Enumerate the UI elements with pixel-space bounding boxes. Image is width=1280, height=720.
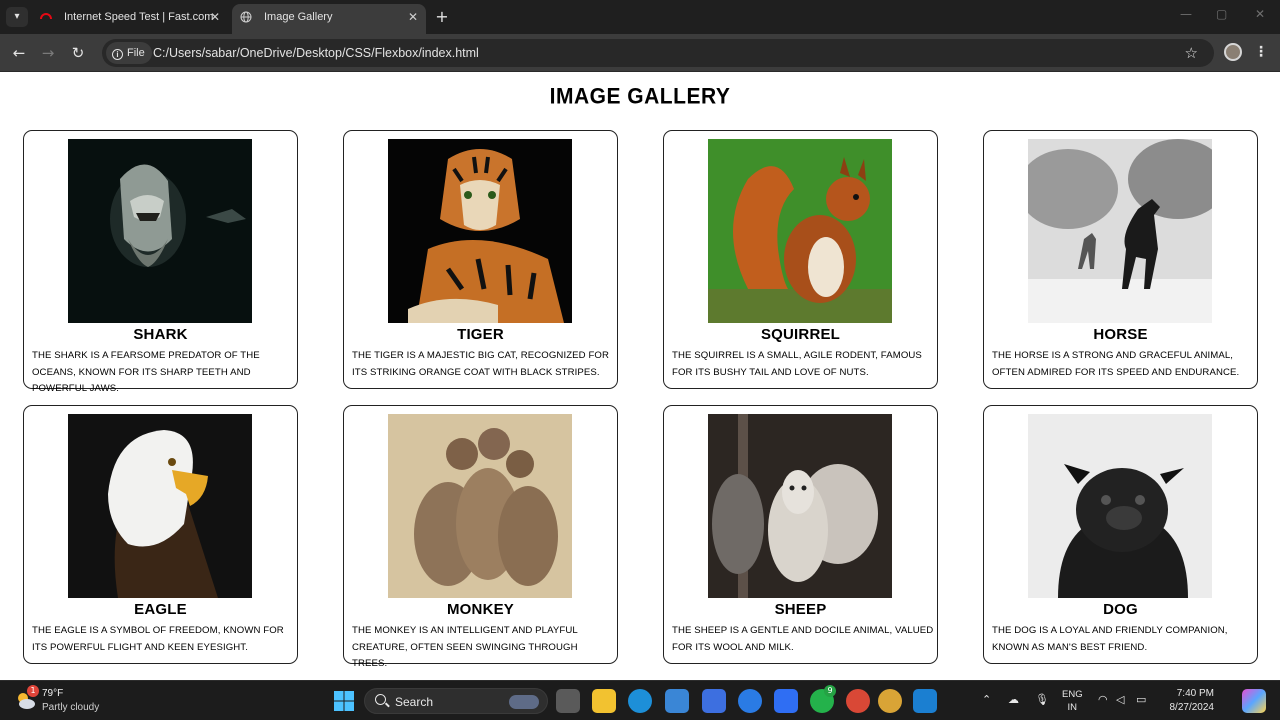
card-title: Eagle	[134, 601, 187, 618]
globe-icon	[240, 11, 252, 23]
microsoft-store-icon[interactable]	[665, 689, 689, 713]
system-clock[interactable]: 7:40 PM 8/27/2024	[1162, 687, 1215, 715]
gallery-card-horse: Horse The horse is a strong and graceful…	[983, 130, 1258, 389]
gallery-card-monkey: Monkey The monkey is an intelligent and …	[343, 405, 618, 669]
chrome-icon[interactable]	[846, 689, 870, 713]
page-title: Image Gallery	[549, 84, 731, 109]
page-content: Image Gallery Shark The shark is a fears…	[0, 73, 1280, 680]
eagle-image	[68, 414, 252, 598]
chrome-profile-icon[interactable]	[878, 689, 902, 713]
search-icon	[375, 694, 386, 705]
browser-menu-icon[interactable]: ⋮	[1254, 42, 1268, 62]
clock-time: 7:40 PM	[1176, 688, 1214, 699]
clock-date: 8/27/2024	[1169, 702, 1215, 713]
windows-start-icon[interactable]	[332, 689, 356, 713]
tab-title: Image Gallery	[264, 11, 333, 23]
card-title: Squirrel	[760, 326, 841, 343]
card-title: Shark	[133, 326, 188, 343]
file-explorer-icon[interactable]	[592, 689, 616, 713]
profile-avatar[interactable]	[1224, 43, 1242, 61]
url-scheme-label: File	[127, 47, 145, 59]
gallery-card-eagle: Eagle The eagle is a symbol of freedom, …	[23, 405, 298, 664]
card-description: The squirrel is a small, agile rodent, f…	[672, 350, 922, 378]
gallery-card-sheep: Sheep The sheep is a gentle and docile a…	[663, 405, 938, 664]
zoom-icon[interactable]	[774, 689, 798, 713]
card-title: Horse	[1093, 326, 1148, 343]
site-info-chip[interactable]: i File	[106, 42, 152, 64]
back-arrow-icon[interactable]: ←	[8, 42, 30, 64]
tab-title: Internet Speed Test | Fast.com	[64, 11, 214, 23]
new-tab-button[interactable]: +	[432, 6, 452, 28]
horse-image	[1028, 139, 1212, 323]
card-description: The monkey is an intelligent and playful…	[352, 625, 578, 669]
minimize-icon[interactable]: —	[1180, 7, 1192, 21]
battery-icon[interactable]: ▭	[1136, 693, 1146, 706]
tab-fast-com[interactable]: Internet Speed Test | Fast.com ✕	[32, 4, 228, 34]
card-description: The sheep is a gentle and docile animal,…	[672, 625, 934, 653]
card-description: The tiger is a majestic big cat, recogni…	[352, 350, 610, 378]
monkey-image	[388, 414, 572, 598]
weather-temperature[interactable]: 79°F	[42, 688, 63, 699]
gallery-card-dog: Dog The dog is a loyal and friendly comp…	[983, 405, 1258, 664]
tray-overflow-chevron-icon[interactable]: ⌃	[982, 693, 991, 706]
tab-strip: ▾ Internet Speed Test | Fast.com ✕ Image…	[0, 0, 1280, 34]
wifi-icon[interactable]: ◠	[1098, 693, 1108, 706]
address-bar[interactable]: i File C:/Users/sabar/OneDrive/Desktop/CS…	[102, 39, 1214, 67]
microphone-icon[interactable]: 🎙	[1035, 693, 1049, 706]
volume-icon[interactable]: ◁	[1116, 693, 1124, 706]
reload-icon[interactable]: ↻	[67, 42, 89, 64]
weather-description[interactable]: Partly cloudy	[42, 702, 99, 713]
tiger-image	[388, 139, 572, 323]
search-label: Search	[395, 695, 434, 709]
whatsapp-badge: 9	[824, 685, 836, 697]
browser-toolbar: ← → ↻ i File C:/Users/sabar/OneDrive/Desk…	[0, 34, 1280, 72]
bookmark-star-icon[interactable]: ☆	[1185, 39, 1198, 67]
card-description: The shark is a fearsome predator of the …	[32, 350, 260, 394]
language-line-2: IN	[1067, 702, 1078, 713]
gallery-card-squirrel: Squirrel The squirrel is a small, agile …	[663, 130, 938, 389]
search-highlight-icon	[509, 695, 539, 709]
card-title: Tiger	[457, 326, 504, 343]
gallery-card-tiger: Tiger The tiger is a majestic big cat, r…	[343, 130, 618, 389]
forward-arrow-icon[interactable]: →	[37, 42, 59, 64]
squirrel-image	[708, 139, 892, 323]
shark-image	[68, 139, 252, 323]
close-window-icon[interactable]: ✕	[1255, 7, 1265, 21]
info-icon: i	[112, 49, 123, 60]
taskbar-search-box[interactable]: Search	[364, 688, 548, 714]
card-description: The eagle is a symbol of freedom, known …	[32, 625, 284, 653]
dog-image	[1028, 414, 1212, 598]
copilot-icon[interactable]	[1242, 689, 1266, 713]
weather-notification-badge: 1	[27, 685, 39, 697]
card-description: The horse is a strong and graceful anima…	[992, 350, 1240, 378]
fast-com-favicon-icon	[40, 13, 52, 20]
language-indicator[interactable]: ENG IN	[1062, 688, 1083, 714]
tab-search-button[interactable]: ▾	[6, 7, 28, 27]
close-tab-icon[interactable]: ✕	[210, 4, 220, 30]
sheep-image	[708, 414, 892, 598]
edge-browser-icon[interactable]	[628, 689, 652, 713]
language-line-1: ENG	[1062, 689, 1083, 700]
task-view-icon[interactable]	[556, 689, 580, 713]
card-title: Sheep	[774, 601, 827, 618]
card-description: The dog is a loyal and friendly companio…	[992, 625, 1228, 653]
maximize-icon[interactable]: ▢	[1216, 7, 1227, 21]
windows-taskbar: 1 79°F Partly cloudy Search 9 ⌃ ☁ 🎙 ENG …	[0, 680, 1280, 720]
vscode-icon[interactable]	[913, 689, 937, 713]
sync-app-icon[interactable]	[738, 689, 762, 713]
tab-image-gallery[interactable]: Image Gallery ✕	[232, 4, 426, 34]
gallery-card-shark: Shark The shark is a fearsome predator o…	[23, 130, 298, 394]
card-title: Dog	[1103, 601, 1138, 618]
teams-icon[interactable]	[702, 689, 726, 713]
onedrive-icon[interactable]: ☁	[1008, 693, 1019, 706]
card-title: Monkey	[446, 601, 515, 618]
url-text[interactable]: C:/Users/sabar/OneDrive/Desktop/CSS/Flex…	[153, 39, 479, 67]
close-tab-icon[interactable]: ✕	[408, 4, 418, 30]
